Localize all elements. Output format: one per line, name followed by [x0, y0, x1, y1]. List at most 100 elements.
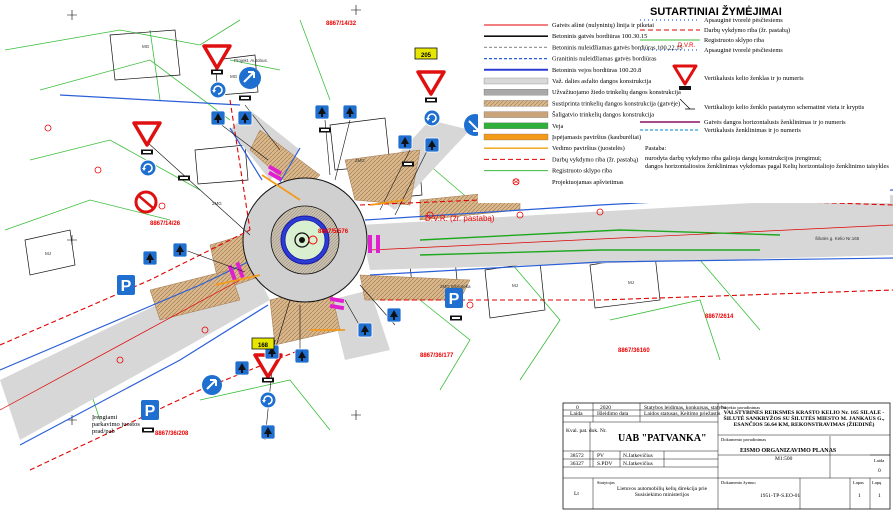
parcel-label-right: 8867/2614: [705, 314, 734, 320]
roundabout-sign-3: [423, 109, 441, 127]
parcel-label-bottom-mid: 8867/36/177: [420, 353, 454, 359]
legend-left-item-7: Sustiprinta trinkelių dangos konstrukcij…: [483, 100, 680, 107]
legend-right-label-7: Vertikalusis ženklinimas ir jo numeris: [704, 127, 801, 134]
roundabout-sign-4: [259, 391, 277, 409]
sheet-value: 1: [858, 493, 861, 499]
legend-left-label-4: Betoninis vejos bordiūras 100.20.8: [552, 67, 641, 74]
bus-note: Projekt. Autobus.: [234, 58, 268, 63]
laida-label: Laida: [874, 458, 884, 463]
col-data: Išleidimo data: [597, 411, 629, 417]
legend-left-item-5: Važ. dalies asfalto dangos konstrukcija: [483, 77, 651, 85]
mj-label-1: MJ: [512, 283, 518, 288]
direction-sign-1: [239, 67, 261, 89]
legend-right-label-4: Vertikalusis kelio ženklas ir jo numeris: [704, 75, 804, 82]
direction-sign-3: [202, 375, 222, 395]
row2-no: 36327: [570, 461, 584, 467]
row1-role: PV: [597, 453, 604, 459]
client-label: Statytojas: [597, 480, 615, 485]
doc-label: Dokumento pavadinimas: [721, 437, 766, 442]
parcel-label-bottom-left: 8867/36/208: [155, 431, 189, 437]
object-box: VALSTYBINĖS REIKŠMĖS KRAŠTO KELIO Nr. 16…: [723, 410, 885, 429]
legend-left-item-8: Šaligatvio trinkelių dangos konstrukcija: [483, 111, 654, 119]
mj-label-3: MJ: [45, 251, 51, 256]
legend-dvr-abbr: D.V.R.: [678, 43, 695, 49]
roundabout-sign-2: [139, 159, 157, 177]
doc-scale: M1:500: [775, 456, 793, 462]
roundabout: [242, 177, 368, 303]
legend-left-label-7: Sustiprinta trinkelių dangos konstrukcij…: [552, 100, 680, 107]
legend-left-item-10: Įspėjamasis paviršius (kauburėliai): [483, 133, 641, 141]
col-kval: Kval. pat. dok. Nr.: [566, 428, 607, 434]
parking-sign-2: [141, 400, 159, 420]
legend-note-line-1: nurodyta darbų vykdymo riba galioja dang…: [645, 155, 822, 162]
traffic-organization-plan: P 205 168 D.V.R. (žr. pastabą) 8867/14/3…: [0, 3, 893, 510]
row2-role: S.PDV: [597, 461, 612, 467]
sheets-label: Lapų: [872, 480, 882, 485]
legend-left-label-14: Projektuojamas apšvietimas: [552, 179, 624, 186]
doc-no-label: Dokumento žymuo: [721, 480, 756, 485]
legend-left-item-9: Veja: [483, 122, 564, 130]
sheets-value: 1: [878, 493, 881, 499]
sheet-label: Lapas: [853, 480, 864, 485]
lt-label: Lt: [574, 491, 579, 497]
col-laida: Laida: [570, 411, 583, 417]
object-title: VALSTYBINĖS REIKŠMĖS KRAŠTO KELIO Nr. 16…: [723, 410, 885, 429]
legend-right-label-3: Apsauginė tvorelė pėsčiesiems: [704, 47, 783, 54]
legend-right-label-5: Vertikaliojo kelio ženklo pastatymo sche…: [704, 104, 865, 111]
legend-left-item-6: Užvažiuojamo žiedo trinkelių dangos kons…: [483, 89, 681, 96]
legend-left-label-13: Registruoto sklypo riba: [552, 168, 612, 175]
dvr-label: D.V.R. (žr. pastabą): [425, 214, 495, 223]
legend: SUTARTINIAI ŽYMĖJIMAI Gatvės ašinė (nuly…: [478, 3, 890, 203]
legend-left-label-5: Važ. dalies asfalto dangos konstrukcija: [552, 78, 651, 85]
legend-left-label-9: Veja: [552, 123, 564, 130]
client-name: Lietuvos automobilių kelių direkcija pri…: [616, 486, 708, 498]
legend-left-label-12: Darbų vykdymo riba (žr. pastabą): [552, 156, 638, 163]
legend-left-label-3: Granitinis nuleidžiamas gatvės bordiūras: [552, 56, 657, 63]
mg-label-2: MG: [230, 74, 238, 79]
parcel-label-top: 8867/14/32: [326, 21, 357, 27]
parcel-label-center: 8867/5/576: [318, 229, 349, 235]
road-label: Šilutės g. Kelio Nr.165: [815, 235, 860, 241]
legend-left-label-1: Betoninis gatvės bordiūras 100.30.15: [552, 33, 647, 40]
legend-left-label-0: Gatvės ašinė (nulyninių) linija ir piket…: [552, 22, 654, 29]
legend-left-label-11: Vedimo paviršius (juostelės): [552, 145, 625, 152]
legend-left-label-6: Užvažiuojamo žiedo trinkelių dangos kons…: [552, 89, 681, 96]
row1-name: N.Jatkevičius: [623, 453, 653, 459]
legend-left-label-2: Betoninis nuleidžiamas gatvės bordiūras …: [552, 44, 683, 51]
row1-no: 38572: [570, 453, 584, 459]
doc-title: EISMO ORGANIZAVIMO PLANAS: [740, 448, 837, 454]
laida-value: 0: [878, 468, 881, 474]
legend-note-title: Pastaba:: [645, 145, 667, 152]
legend-note-line-2: dangos horizontaliosios ženklinimas vykd…: [645, 163, 889, 170]
client-box: Lietuvos automobilių kelių direkcija pri…: [616, 486, 708, 498]
mg-label-1: MG: [142, 44, 150, 49]
legend-right-label-2: Registruoto sklypo riba: [704, 37, 764, 44]
roundabout-sign-1: [209, 81, 227, 99]
parcel-label-mid-left: 8867/14/26: [150, 221, 181, 227]
row2-name: N.Jatkevičius: [623, 461, 653, 467]
title-block: 0 2020 Statybos leidimas, konkursas, sta…: [562, 402, 891, 510]
sign-number-205: 205: [414, 47, 438, 60]
col-status: Laidos statusas, Keitimo priežastis: [644, 411, 720, 417]
legend-right-label-0: Apsauginė tvorelė pėsčiesiems: [704, 17, 783, 24]
zmg-label-1: 2MG: [212, 201, 222, 206]
parking-note: Įrengiami parkavimo juostos prad/pab: [92, 414, 140, 435]
legend-right-label-6: Gatvės dangos horizontalusis ženklinimas…: [704, 119, 846, 126]
legend-left-label-10: Įspėjamasis paviršius (kauburėliai): [552, 134, 641, 141]
sign-number-168: 168: [251, 337, 275, 350]
mj-label-2: MJ: [628, 280, 634, 285]
parking-sign-1: [117, 275, 135, 295]
doc-no: 1951-TP-S.EO-01: [760, 493, 800, 499]
legend-left-label-8: Šaligatvio trinkelių dangos konstrukcija: [552, 111, 654, 119]
no-entry-sign: [134, 190, 158, 214]
sign-number-168-label: 168: [258, 343, 269, 349]
parking-sign-3: [445, 288, 463, 308]
legend-right-label-1: Darbų vykdymo riba (žr. pastabą): [704, 27, 790, 34]
parking-note-box: Įrengiami parkavimo juostos prad/pab: [92, 414, 140, 435]
yield-sign-1: [202, 44, 232, 70]
yield-sign-3: [416, 70, 446, 96]
center-label: 2MG Biblioteka: [440, 284, 471, 289]
yield-sign-2: [132, 121, 162, 147]
sign-number-205-label: 205: [421, 53, 432, 59]
parcel-label-bottom: 8867/36160: [618, 348, 650, 354]
